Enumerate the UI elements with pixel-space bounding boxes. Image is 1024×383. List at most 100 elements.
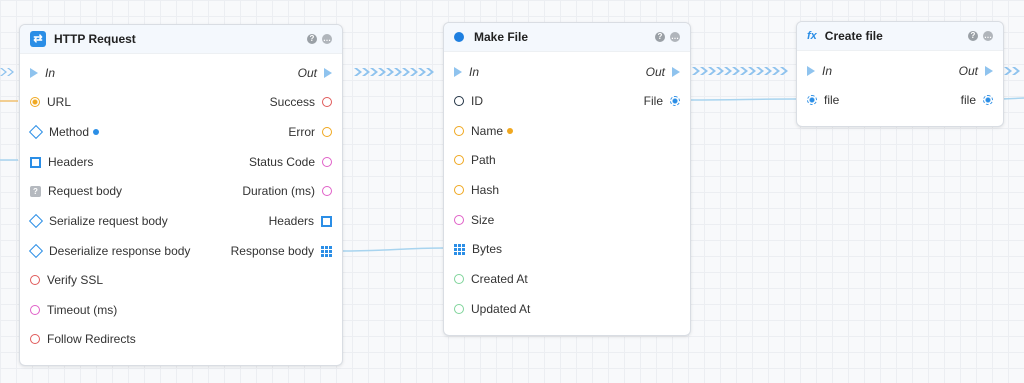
pin-bytes[interactable]: Bytes xyxy=(454,240,509,258)
pin-exec-in[interactable]: In xyxy=(807,62,839,80)
pin-size[interactable]: Size xyxy=(454,211,501,229)
swap-arrows-icon: ⇄ xyxy=(30,31,46,47)
pin-label: Created At xyxy=(471,272,528,286)
node-title: Make File xyxy=(474,30,529,44)
data-wire-file xyxy=(687,98,798,101)
enum-pin-icon xyxy=(28,213,44,229)
data-wire-file-out xyxy=(1001,97,1024,100)
exec-wire-http-to-makefile xyxy=(354,68,434,76)
pin-label: Out xyxy=(297,66,317,80)
struct-pin-icon xyxy=(670,96,680,106)
pin-label: ID xyxy=(471,94,483,108)
exec-arrow-icon xyxy=(672,67,680,77)
exec-arrow-icon xyxy=(30,68,38,78)
node-create-file[interactable]: fx Create file ? … In Out file file xyxy=(796,21,1004,127)
pin-follow-redirects[interactable]: Follow Redirects xyxy=(30,330,143,348)
exec-wire-outgoing xyxy=(1004,67,1020,75)
pin-deserialize-response-body[interactable]: Deserialize response body xyxy=(28,242,197,260)
exec-wire-incoming xyxy=(0,68,14,76)
pin-label: Path xyxy=(471,153,496,167)
pin-label: Size xyxy=(471,213,495,227)
pin-label: Headers xyxy=(268,214,314,228)
comment-icon[interactable]: … xyxy=(983,31,993,41)
pin-headers-out[interactable]: Headers xyxy=(262,212,332,230)
struct-dot-icon xyxy=(454,32,464,42)
pin-id[interactable]: ID xyxy=(454,92,490,110)
node-header[interactable]: Make File ? … xyxy=(444,23,690,52)
node-header[interactable]: ⇄ HTTP Request ? … xyxy=(20,25,342,54)
pin-response-body[interactable]: Response body xyxy=(224,242,332,260)
pin-label: In xyxy=(822,64,833,78)
pin-hash[interactable]: Hash xyxy=(454,181,506,199)
pin-updated-at[interactable]: Updated At xyxy=(454,300,537,318)
enum-pin-icon xyxy=(28,124,44,140)
pin-label: In xyxy=(45,66,56,80)
pin-label: File xyxy=(643,94,663,108)
pin-name[interactable]: Name xyxy=(454,122,514,140)
struct-pin-icon xyxy=(807,95,817,105)
int-pin-icon xyxy=(30,305,40,315)
pin-status-code[interactable]: Status Code xyxy=(242,153,332,171)
pin-exec-out[interactable]: Out xyxy=(639,63,680,81)
string-pin-icon xyxy=(454,155,464,165)
bool-pin-icon xyxy=(30,334,40,344)
string-pin-icon xyxy=(454,126,464,136)
pin-label: Timeout (ms) xyxy=(47,303,118,317)
comment-icon[interactable]: … xyxy=(322,34,332,44)
date-pin-icon xyxy=(454,274,464,284)
pin-label: Follow Redirects xyxy=(47,332,136,346)
pin-label: file xyxy=(960,93,976,107)
pin-label: file xyxy=(824,93,840,107)
question-icon[interactable]: ? xyxy=(307,34,317,44)
node-header[interactable]: fx Create file ? … xyxy=(797,22,1003,51)
pin-verify-ssl[interactable]: Verify SSL xyxy=(30,271,110,289)
pin-success[interactable]: Success xyxy=(263,93,332,111)
bool-pin-icon xyxy=(30,275,40,285)
pin-timeout[interactable]: Timeout (ms) xyxy=(30,301,124,319)
question-icon[interactable]: ? xyxy=(655,32,665,42)
pin-method[interactable]: Method xyxy=(28,123,100,141)
comment-icon[interactable]: … xyxy=(670,32,680,42)
node-http-request[interactable]: ⇄ HTTP Request ? … In Out URL Success Me… xyxy=(19,24,343,366)
pin-url[interactable]: URL xyxy=(30,93,78,111)
string-pin-icon xyxy=(454,185,464,195)
pin-error[interactable]: Error xyxy=(281,123,332,141)
required-dot-icon xyxy=(93,129,100,135)
function-icon: fx xyxy=(807,30,817,42)
pin-serialize-request-body[interactable]: Serialize request body xyxy=(28,212,175,230)
pin-file-in[interactable]: file xyxy=(807,91,846,109)
pin-exec-in[interactable]: In xyxy=(454,63,486,81)
pin-created-at[interactable]: Created At xyxy=(454,270,535,288)
pin-exec-in[interactable]: In xyxy=(30,64,62,82)
pin-exec-out[interactable]: Out xyxy=(291,64,332,82)
pin-headers-in[interactable]: Headers xyxy=(30,153,100,171)
pin-label: Name xyxy=(471,124,504,138)
question-icon[interactable]: ? xyxy=(968,31,978,41)
pin-label: In xyxy=(469,65,480,79)
pin-label: Hash xyxy=(471,183,500,197)
pin-label: Verify SSL xyxy=(47,273,104,287)
string-pin-icon xyxy=(322,127,332,137)
pin-path[interactable]: Path xyxy=(454,151,503,169)
pin-label: Out xyxy=(645,65,665,79)
array-pin-icon xyxy=(454,243,465,255)
exec-arrow-icon xyxy=(807,66,815,76)
pin-duration[interactable]: Duration (ms) xyxy=(235,182,332,200)
pin-label: Duration (ms) xyxy=(242,184,315,198)
pin-label: Response body xyxy=(230,244,314,258)
pin-file-out[interactable]: File xyxy=(637,92,680,110)
pin-request-body[interactable]: ? Request body xyxy=(30,182,129,200)
pin-label: Out xyxy=(958,64,978,78)
unknown-type-icon: ? xyxy=(30,185,41,197)
required-dot-icon xyxy=(507,128,514,134)
exec-arrow-icon xyxy=(985,66,993,76)
map-pin-icon xyxy=(321,215,332,227)
pin-exec-out[interactable]: Out xyxy=(952,62,993,80)
node-make-file[interactable]: Make File ? … In Out ID File Name Path H… xyxy=(443,22,691,336)
enum-pin-icon xyxy=(28,243,44,259)
pin-label: Success xyxy=(269,95,315,109)
pin-file-out[interactable]: file xyxy=(954,91,993,109)
pin-label: Deserialize response body xyxy=(49,244,191,258)
pin-label: Method xyxy=(49,125,90,139)
map-pin-icon xyxy=(30,156,41,168)
